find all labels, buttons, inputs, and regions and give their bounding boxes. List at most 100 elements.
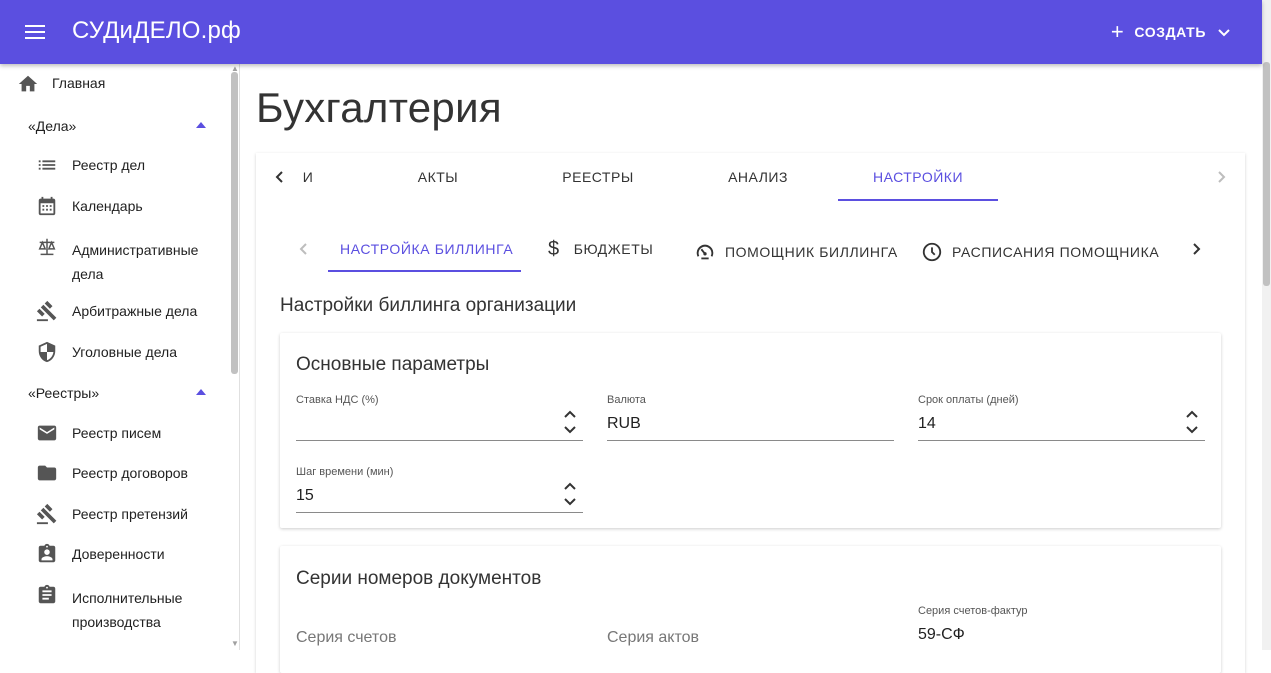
scroll-up-icon[interactable]: ▲ [231, 64, 239, 73]
field-label: Валюта [607, 394, 646, 406]
calendar-icon [38, 196, 56, 216]
field-underline [296, 440, 583, 441]
clipboard-icon [38, 584, 56, 604]
chevron-left-icon[interactable] [296, 241, 312, 257]
sidebar-item-label: Реестр договоров [72, 465, 188, 481]
sidebar-item-letters[interactable]: Реестр писем [0, 422, 230, 444]
tab-invoices[interactable]: И [302, 169, 314, 185]
sidebar-item-label: Арбитражные дела [72, 303, 198, 319]
field-label: Срок оплаты (дней) [918, 394, 1019, 406]
chevron-left-icon[interactable] [272, 169, 288, 185]
sidebar-item-label: Реестр дел [72, 157, 146, 173]
sidebar-item-home[interactable]: Главная [0, 72, 230, 96]
sidebar-group-registers[interactable]: «Реестры» [28, 385, 99, 401]
spinner-icon[interactable] [563, 409, 577, 435]
page-title: Бухгалтерия [256, 84, 502, 131]
sidebar-item-powers-of-attorney[interactable]: Доверенности [0, 543, 230, 565]
sidebar-item-contracts[interactable]: Реестр договоров [0, 462, 230, 484]
field-underline [918, 440, 1205, 441]
vat-rate-field[interactable]: Ставка НДС (%) [296, 394, 583, 442]
chevron-down-icon [1218, 29, 1230, 37]
tab-indicator [838, 199, 998, 201]
field-value: RUB [607, 415, 641, 432]
field-value: 59-СФ [918, 626, 965, 643]
subtab-assistant-schedules[interactable]: РАСПИСАНИЯ ПОМОЩНИКА [921, 241, 1159, 263]
chevron-right-icon[interactable] [1188, 241, 1204, 257]
spinner-icon[interactable] [563, 481, 577, 507]
sidebar-scrollbar[interactable] [231, 72, 238, 374]
folder-icon [37, 465, 57, 481]
chevron-right-icon[interactable] [1213, 169, 1229, 185]
subtab-label: НАСТРОЙКА БИЛЛИНГА [340, 241, 514, 257]
currency-field[interactable]: Валюта RUB [607, 394, 894, 442]
act-series-field[interactable]: Серия актов [607, 628, 894, 658]
sidebar-item-administrative[interactable]: Административные дела [0, 235, 230, 282]
basic-parameters-card: Основные параметры Ставка НДС (%) Валюта… [280, 333, 1221, 528]
create-button[interactable]: + СОЗДАТЬ [1111, 18, 1232, 46]
field-underline [607, 440, 894, 441]
invoice-series-field[interactable]: Серия счетов [296, 628, 583, 658]
clock-icon [922, 242, 942, 262]
mail-icon [37, 425, 57, 441]
tab-settings[interactable]: НАСТРОЙКИ [838, 169, 998, 185]
sidebar-item-label: Доверенности [72, 546, 165, 562]
tab-analysis[interactable]: АНАЛИЗ [678, 169, 838, 185]
field-label: Ставка НДС (%) [296, 394, 379, 406]
scales-icon [38, 238, 56, 256]
sidebar-item-claims[interactable]: Реестр претензий [0, 503, 230, 525]
sidebar-group-cases[interactable]: «Дела» [28, 118, 76, 134]
sidebar-item-label: Реестр писем [72, 425, 162, 441]
document-series-card: Серии номеров документов Серия счетов Се… [280, 546, 1221, 673]
payment-term-field[interactable]: Срок оплаты (дней) 14 [918, 394, 1205, 442]
sidebar-item-enforcement[interactable]: Исполнительные производства [0, 583, 230, 630]
app-title[interactable]: СУДиДЕЛО.рф [72, 17, 241, 45]
subtab-label: БЮДЖЕТЫ [573, 241, 654, 257]
sidebar-item-label: Административные дела [72, 242, 199, 282]
collapse-caret-icon[interactable] [196, 122, 206, 128]
card-title: Основные параметры [296, 354, 490, 375]
app-bar: СУДиДЕЛО.рф + СОЗДАТЬ [0, 0, 1262, 64]
sidebar-item-label: Главная [52, 75, 106, 91]
subtab-label: ПОМОЩНИК БИЛЛИНГА [725, 244, 898, 260]
dollar-icon: $ [548, 238, 560, 260]
sidebar: Главная «Дела» Реестр дел Календарь Адми… [0, 64, 240, 650]
main-card: И АКТЫ РЕЕСТРЫ АНАЛИЗ НАСТРОЙКИ НАСТРОЙК… [256, 153, 1245, 673]
create-label: СОЗДАТЬ [1134, 24, 1206, 40]
primary-tabs: И АКТЫ РЕЕСТРЫ АНАЛИЗ НАСТРОЙКИ [256, 153, 1245, 201]
field-label: Серия счетов-фактур [918, 605, 1028, 617]
menu-icon[interactable] [18, 18, 54, 46]
sidebar-item-calendar[interactable]: Календарь [0, 195, 230, 217]
subtab-billing-assistant[interactable]: ПОМОЩНИК БИЛЛИНГА [694, 241, 898, 263]
collapse-caret-icon[interactable] [196, 389, 206, 395]
list-icon [38, 160, 56, 170]
tab-acts[interactable]: АКТЫ [358, 169, 518, 185]
sidebar-item-label: Уголовные дела [72, 344, 178, 360]
card-title: Серии номеров документов [296, 568, 542, 589]
field-label: Шаг времени (мин) [296, 466, 394, 478]
sidebar-item-cases-register[interactable]: Реестр дел [0, 154, 230, 176]
sidebar-item-criminal[interactable]: Уголовные дела [0, 341, 230, 363]
tab-registers[interactable]: РЕЕСТРЫ [518, 169, 678, 185]
badge-icon [38, 543, 56, 563]
sidebar-item-label: Реестр претензий [72, 506, 188, 522]
sidebar-item-label: Календарь [72, 198, 143, 214]
subtab-billing-settings[interactable]: НАСТРОЙКА БИЛЛИНГА [340, 241, 513, 257]
field-underline [296, 512, 583, 513]
field-value: 14 [918, 415, 936, 432]
speedometer-icon [696, 244, 714, 260]
time-step-field[interactable]: Шаг времени (мин) 15 [296, 466, 583, 514]
scroll-down-icon[interactable]: ▼ [231, 639, 239, 648]
vat-invoice-series-field[interactable]: Серия счетов-фактур 59-СФ [918, 605, 1205, 655]
section-title: Настройки биллинга организации [280, 295, 577, 316]
sidebar-item-arbitration[interactable]: Арбитражные дела [0, 300, 230, 322]
page-scrollbar-thumb[interactable] [1263, 62, 1270, 286]
field-placeholder: Серия счетов [296, 629, 397, 646]
gavel-icon [36, 503, 57, 525]
subtab-budgets[interactable]: $ БЮДЖЕТЫ [548, 238, 654, 260]
subtab-label: РАСПИСАНИЯ ПОМОЩНИКА [952, 244, 1160, 260]
spinner-icon[interactable] [1185, 409, 1199, 435]
subtab-indicator [328, 270, 521, 272]
gavel-icon [36, 300, 57, 322]
field-placeholder: Серия актов [607, 629, 700, 646]
plus-icon: + [1110, 19, 1125, 44]
